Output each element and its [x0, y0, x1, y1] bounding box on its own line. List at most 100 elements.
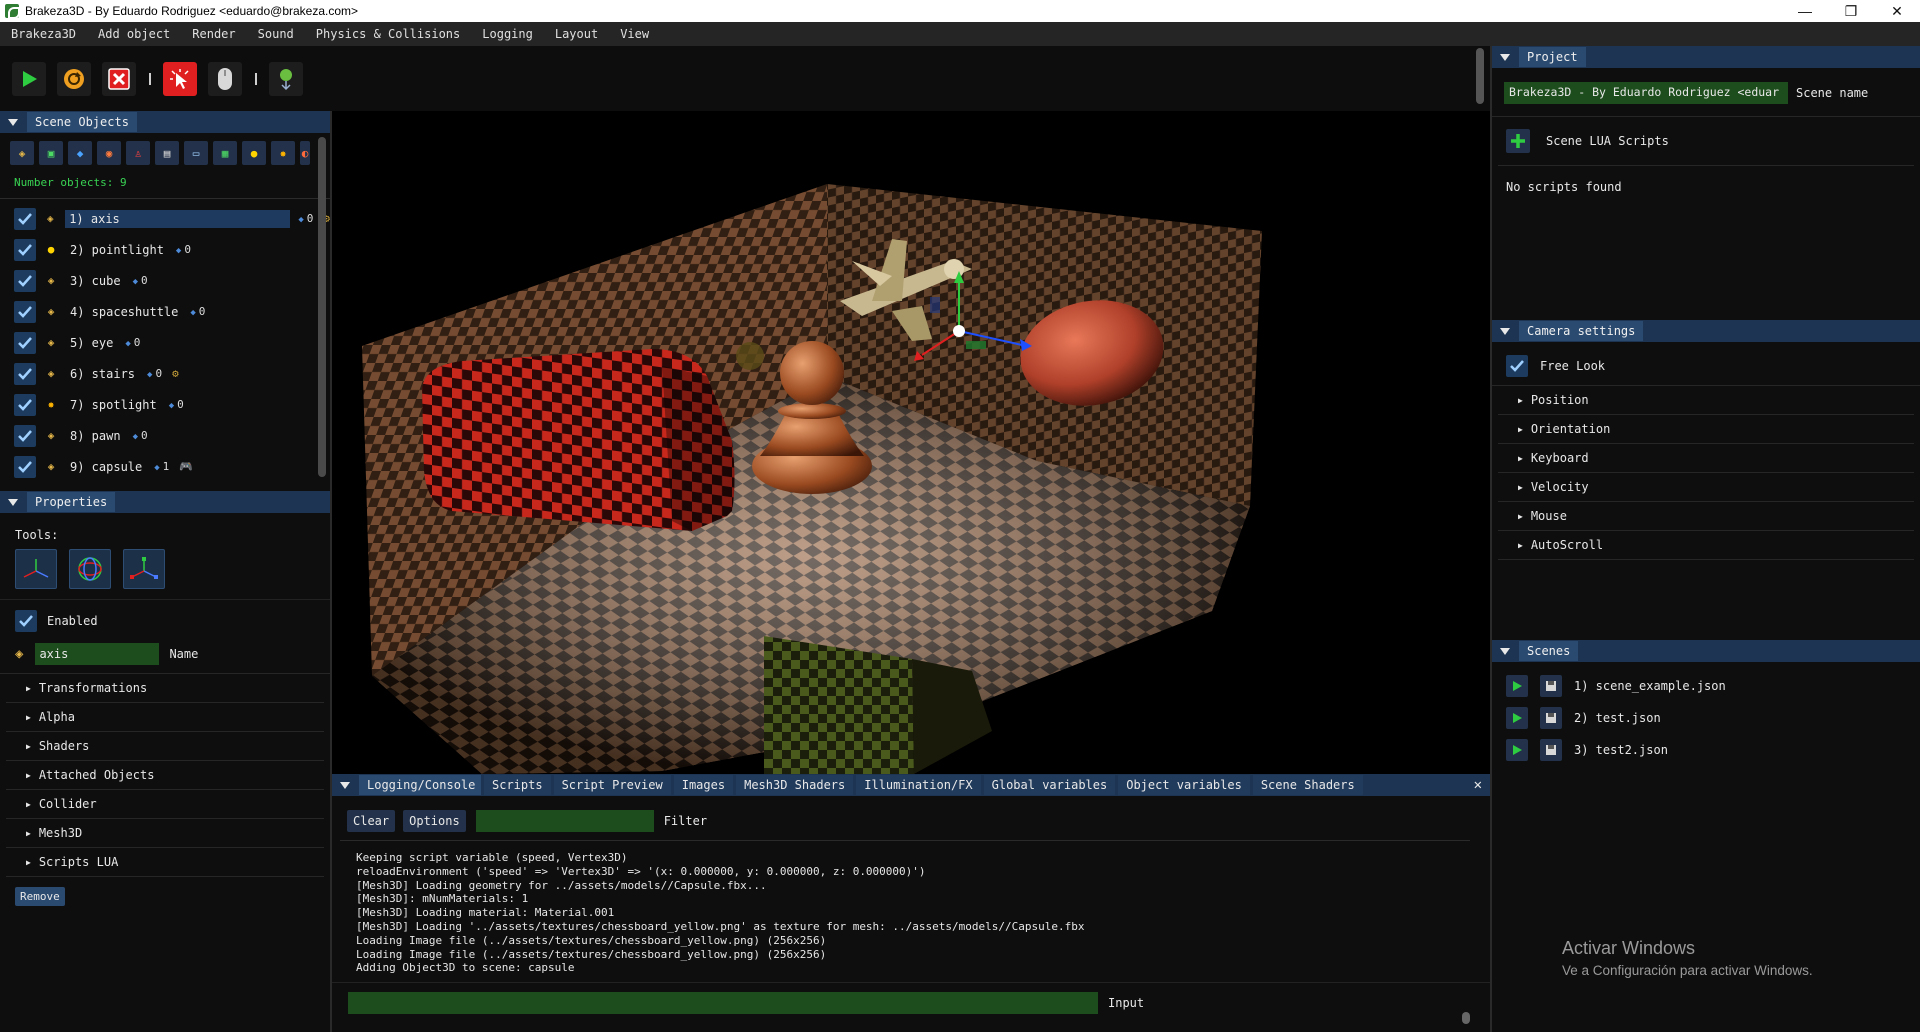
section-mouse[interactable]: Mouse — [1498, 502, 1914, 531]
rotate-tool-button[interactable] — [69, 549, 111, 589]
collapse-icon[interactable] — [8, 498, 18, 506]
save-scene-button[interactable] — [1540, 739, 1562, 761]
load-scene-button[interactable] — [1506, 707, 1528, 729]
enabled-checkbox[interactable] — [14, 362, 36, 385]
collapse-icon[interactable] — [1500, 647, 1510, 655]
options-button[interactable]: Options — [403, 810, 466, 832]
console-scrollbar[interactable] — [1462, 906, 1470, 1026]
list-item[interactable]: ◈ 5) eye 0 — [0, 327, 330, 358]
tab-illumination-fx[interactable]: Illumination/FX — [856, 775, 981, 795]
add-light-button[interactable]: ● — [242, 141, 266, 165]
console-output[interactable]: Keeping script variable (speed, Vertex3D… — [340, 840, 1470, 976]
project-header[interactable]: Project — [1492, 46, 1920, 68]
add-screen-button[interactable]: ▭ — [184, 141, 208, 165]
remove-button[interactable]: Remove — [15, 887, 65, 906]
enabled-checkbox[interactable] — [14, 393, 36, 416]
section-keyboard[interactable]: Keyboard — [1498, 444, 1914, 473]
scene-render[interactable] — [332, 111, 1490, 774]
add-person-button[interactable]: ♙ — [126, 141, 150, 165]
list-item[interactable]: ◈ 8) pawn 0 — [0, 420, 330, 451]
collapse-icon[interactable] — [1500, 53, 1510, 61]
close-icon[interactable]: ✕ — [1474, 777, 1482, 793]
tab-logging-console[interactable]: Logging/Console — [359, 775, 481, 795]
menu-sound[interactable]: Sound — [247, 27, 305, 41]
list-item[interactable]: ◈ 4) spaceshuttle 0 — [0, 296, 330, 327]
collapse-icon[interactable] — [340, 781, 350, 789]
section-mesh3d[interactable]: Mesh3D — [6, 819, 324, 848]
scenes-header[interactable]: Scenes — [1492, 640, 1920, 662]
menu-physics[interactable]: Physics & Collisions — [305, 27, 472, 41]
section-orientation[interactable]: Orientation — [1498, 415, 1914, 444]
properties-header[interactable]: Properties — [0, 491, 330, 513]
menu-layout[interactable]: Layout — [544, 27, 609, 41]
list-item[interactable]: ◈ 9) capsule 1 🎮 — [0, 451, 330, 482]
enabled-checkbox[interactable] — [14, 424, 36, 447]
scene-objects-scrollbar[interactable] — [318, 137, 326, 477]
add-sprite-button[interactable]: ◉ — [97, 141, 121, 165]
reload-button[interactable] — [57, 62, 91, 96]
play-button[interactable] — [12, 62, 46, 96]
tab-mesh3d-shaders[interactable]: Mesh3D Shaders — [736, 775, 854, 795]
list-item[interactable]: ◈ 6) stairs 0 ⚙ — [0, 358, 330, 389]
tab-scene-shaders[interactable]: Scene Shaders — [1252, 775, 1363, 795]
add-spotlight-button[interactable]: ✸ — [271, 141, 295, 165]
maximize-button[interactable]: ❐ — [1828, 0, 1874, 22]
load-scene-button[interactable] — [1506, 739, 1528, 761]
scrollbar-thumb[interactable] — [1462, 1012, 1470, 1024]
list-item[interactable]: ✸ 7) spotlight 0 — [0, 389, 330, 420]
close-button[interactable]: ✕ — [1874, 0, 1920, 22]
section-collider[interactable]: Collider — [6, 790, 324, 819]
add-grid-button[interactable]: ▦ — [213, 141, 237, 165]
load-scene-button[interactable] — [1506, 675, 1528, 697]
section-transformations[interactable]: Transformations — [6, 674, 324, 703]
menu-view[interactable]: View — [609, 27, 660, 41]
camera-settings-header[interactable]: Camera settings — [1492, 320, 1920, 342]
section-alpha[interactable]: Alpha — [6, 703, 324, 732]
save-scene-button[interactable] — [1540, 675, 1562, 697]
filter-input[interactable] — [475, 810, 654, 832]
enabled-checkbox[interactable] — [15, 610, 37, 632]
menu-brakeza3d[interactable]: Brakeza3D — [0, 27, 87, 41]
console-input[interactable] — [348, 992, 1098, 1014]
select-pointer-button[interactable] — [163, 62, 197, 96]
tab-object-variables[interactable]: Object variables — [1118, 775, 1250, 795]
add-mesh-button[interactable]: ◆ — [68, 141, 92, 165]
list-item[interactable]: ◈ 1) axis 0 ⚙ — [0, 203, 330, 234]
enabled-checkbox[interactable] — [14, 238, 36, 261]
3d-viewport[interactable] — [332, 111, 1490, 774]
section-autoscroll[interactable]: AutoScroll — [1498, 531, 1914, 560]
enabled-checkbox[interactable] — [14, 300, 36, 323]
scene-objects-header[interactable]: Scene Objects — [0, 111, 330, 133]
enabled-checkbox[interactable] — [14, 207, 36, 230]
add-script-button[interactable] — [1506, 129, 1530, 153]
tab-global-variables[interactable]: Global variables — [983, 775, 1116, 795]
section-shaders[interactable]: Shaders — [6, 732, 324, 761]
enabled-checkbox[interactable] — [14, 455, 36, 478]
section-position[interactable]: Position — [1498, 386, 1914, 415]
translate-tool-button[interactable] — [15, 549, 57, 589]
section-attached-objects[interactable]: Attached Objects — [6, 761, 324, 790]
section-velocity[interactable]: Velocity — [1498, 473, 1914, 502]
tab-images[interactable]: Images — [673, 775, 734, 795]
light-button[interactable] — [269, 62, 303, 96]
enabled-checkbox[interactable] — [14, 331, 36, 354]
tab-script-preview[interactable]: Script Preview — [553, 775, 671, 795]
enabled-checkbox[interactable] — [14, 269, 36, 292]
add-billboard-button[interactable]: ▤ — [155, 141, 179, 165]
save-scene-button[interactable] — [1540, 707, 1562, 729]
collapse-icon[interactable] — [8, 118, 18, 126]
section-scripts-lua[interactable]: Scripts LUA — [6, 848, 324, 877]
add-object-button[interactable]: ◈ — [10, 141, 34, 165]
add-image2d-button[interactable]: ▣ — [39, 141, 63, 165]
list-item[interactable]: ◈ 3) cube 0 — [0, 265, 330, 296]
toolbar-scrollbar[interactable] — [1476, 48, 1484, 104]
clear-button[interactable]: Clear — [347, 810, 396, 832]
menu-logging[interactable]: Logging — [471, 27, 544, 41]
scene-name-input[interactable]: Brakeza3D - By Eduardo Rodriguez <eduar — [1504, 82, 1788, 104]
stop-button[interactable] — [102, 62, 136, 96]
tab-scripts[interactable]: Scripts — [484, 775, 551, 795]
minimize-button[interactable]: — — [1782, 0, 1828, 22]
name-input[interactable] — [35, 643, 160, 665]
scale-tool-button[interactable] — [123, 549, 165, 589]
list-item[interactable]: ● 2) pointlight 0 — [0, 234, 330, 265]
